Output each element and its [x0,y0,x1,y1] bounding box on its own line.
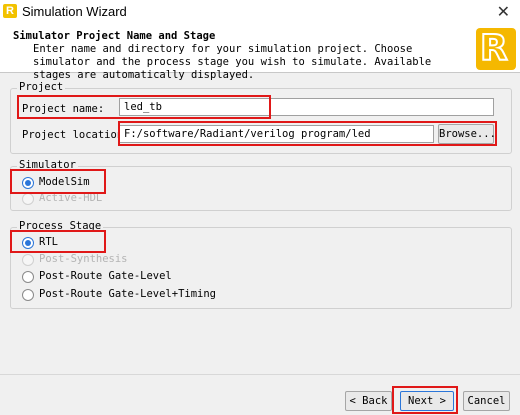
next-button[interactable]: Next > [400,391,454,411]
active-hdl-radio [22,193,34,205]
simulator-group [10,166,512,211]
process-stage-legend: Process Stage [17,220,104,232]
title-bar: R Simulation Wizard ✕ [0,0,520,24]
app-icon: R [3,4,17,18]
simulator-legend: Simulator [17,159,78,171]
browse-button[interactable]: Browse... [438,124,496,144]
back-button[interactable]: < Back [345,391,392,411]
post-synthesis-label: Post-Synthesis [39,253,128,265]
page-description: Enter name and directory for your simula… [33,43,432,81]
post-route-gate-level-timing-radio[interactable] [22,289,34,301]
page-heading: Simulator Project Name and Stage [13,30,216,42]
cancel-button[interactable]: Cancel [463,391,510,411]
modelsim-label[interactable]: ModelSim [39,176,90,188]
modelsim-radio[interactable] [22,177,34,189]
project-name-label: Project name: [22,103,105,115]
project-location-input[interactable]: F:/software/Radiant/verilog program/led [119,125,434,143]
logo-letter: R [479,27,509,70]
post-route-gate-level-label[interactable]: Post-Route Gate-Level [39,270,172,282]
post-route-gate-level-radio[interactable] [22,271,34,283]
rtl-radio[interactable] [22,237,34,249]
project-location-label: Project location: [22,129,130,141]
project-name-input[interactable]: led_tb [119,98,494,116]
window-title: Simulation Wizard [22,4,127,19]
post-route-gate-level-timing-label[interactable]: Post-Route Gate-Level+Timing [39,288,216,300]
wizard-header: Simulator Project Name and Stage Enter n… [0,24,520,81]
radiant-logo: R [476,27,516,70]
rtl-label[interactable]: RTL [39,236,58,248]
close-icon[interactable]: ✕ [497,2,510,22]
post-synthesis-radio [22,254,34,266]
active-hdl-label: Active-HDL [39,192,103,204]
footer-separator [0,374,520,375]
project-legend: Project [17,81,66,93]
